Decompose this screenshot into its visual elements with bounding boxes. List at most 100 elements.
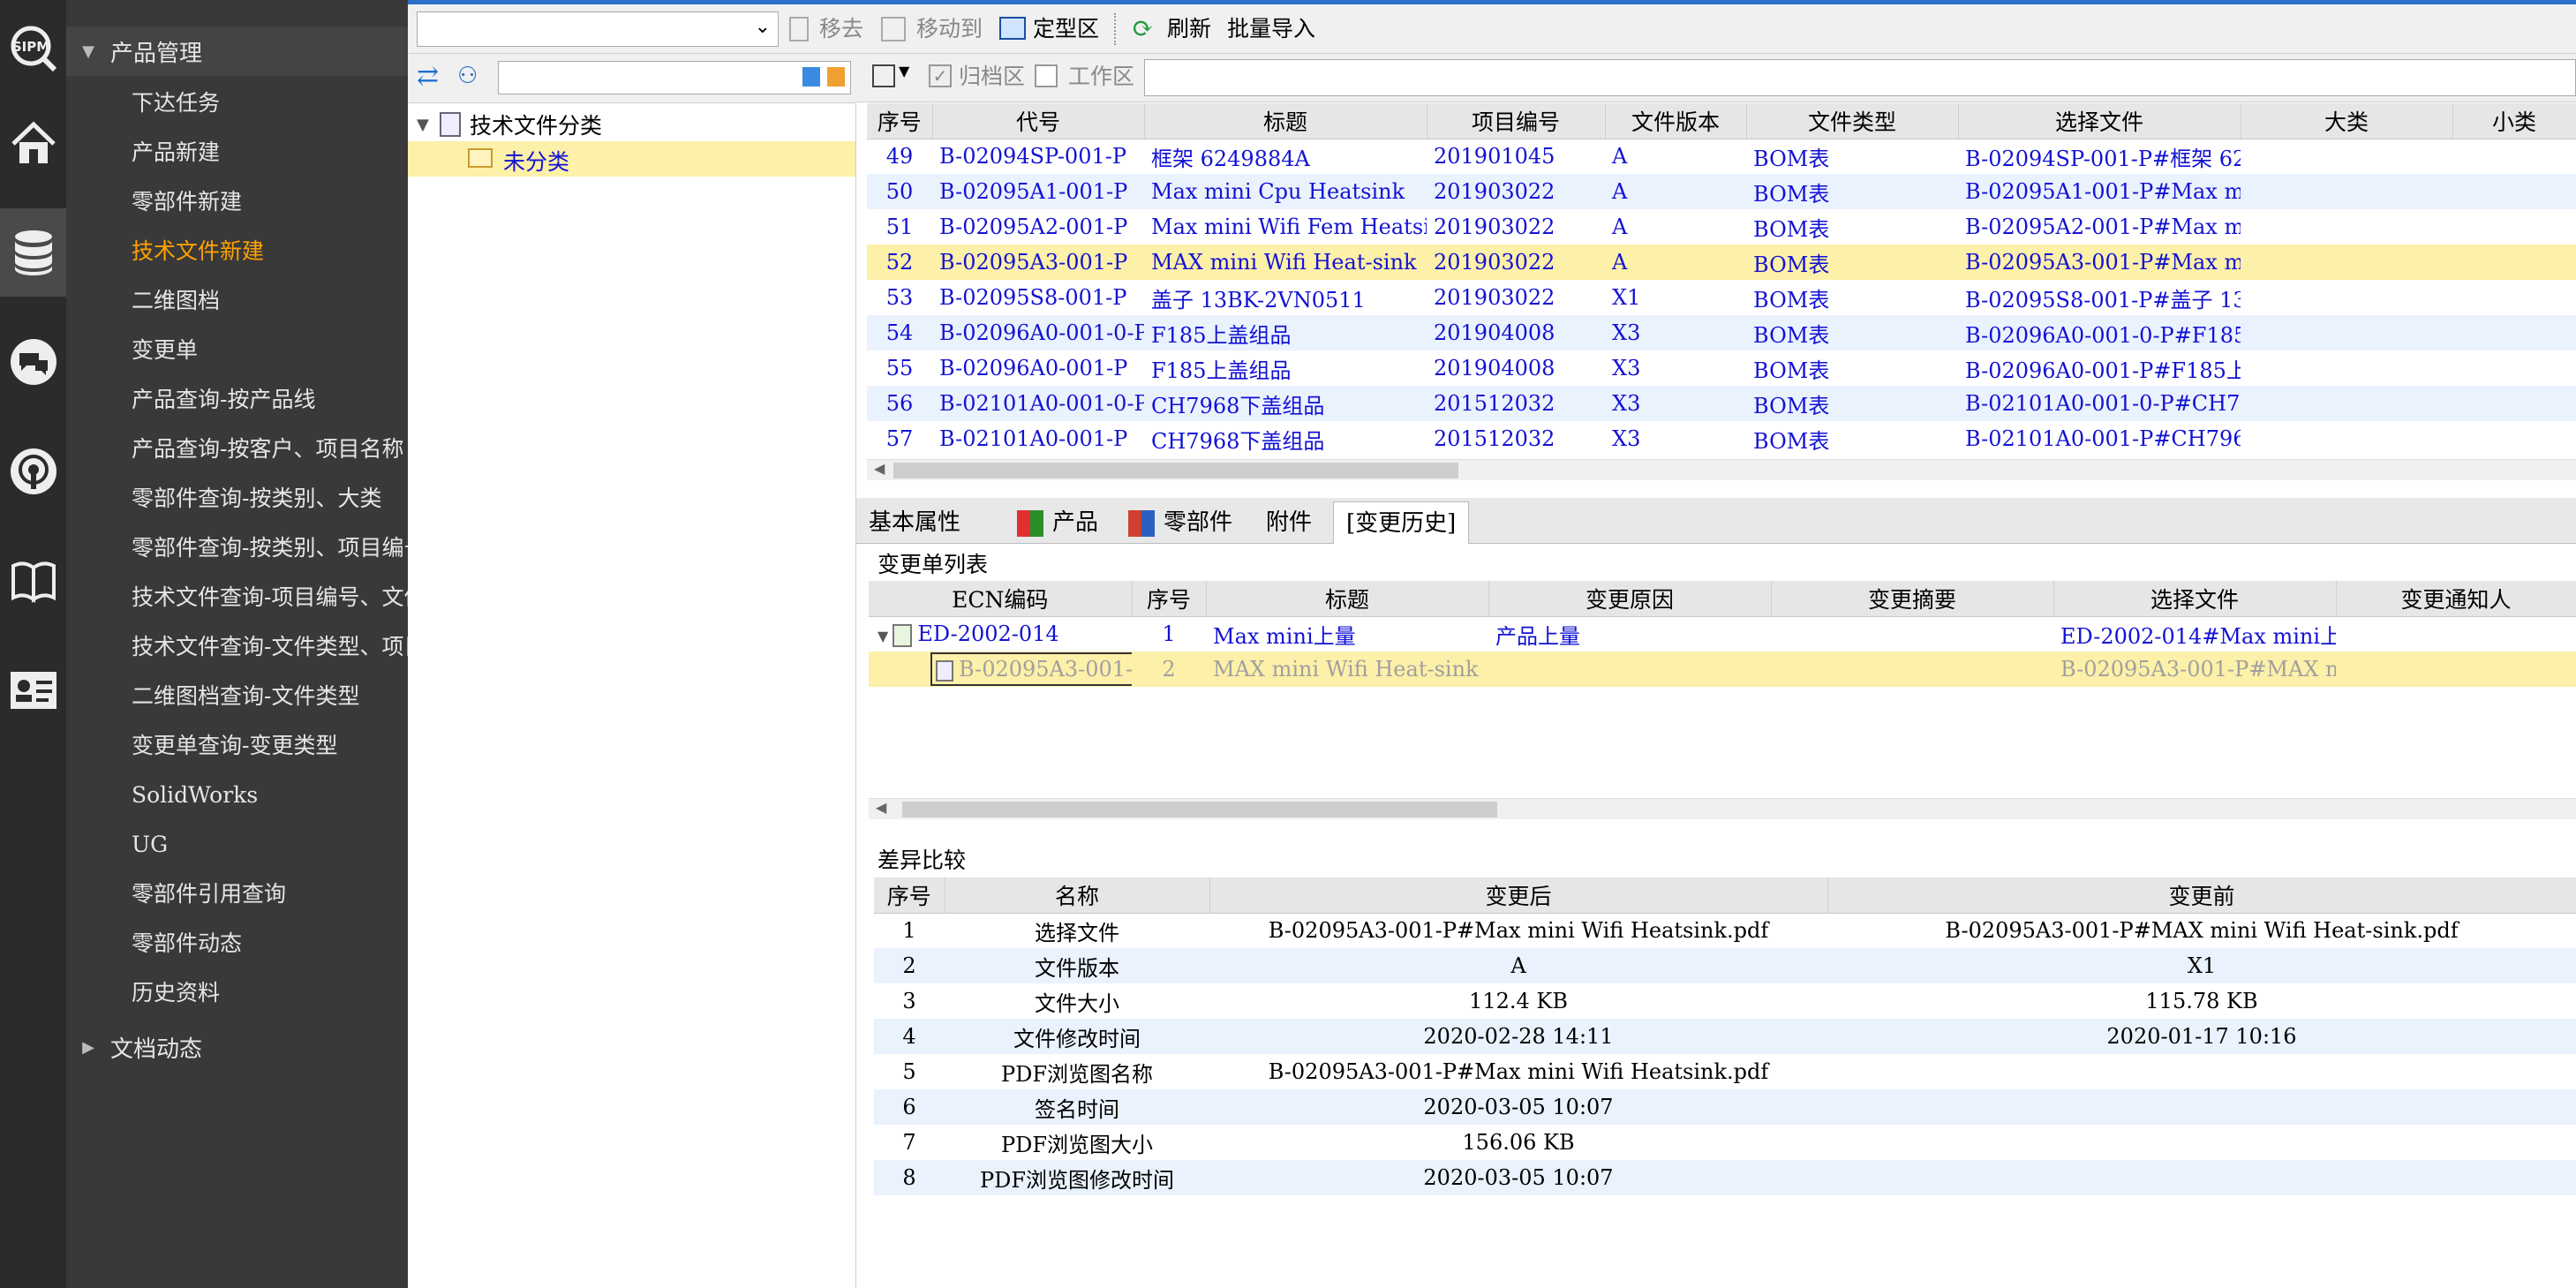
sync-icon[interactable]: ⇄ bbox=[417, 61, 439, 92]
scroll-thumb[interactable] bbox=[902, 802, 1497, 817]
tree-node-selected[interactable]: 未分类 bbox=[408, 141, 855, 177]
chevron-down-icon[interactable]: ▼ bbox=[899, 63, 909, 79]
table-row[interactable]: 3 文件大小 112.4 KB 115.78 KB bbox=[874, 983, 2576, 1019]
nav-item[interactable]: 零部件引用查询 bbox=[132, 870, 408, 919]
table-row-selected[interactable]: 52 B-02095A3-001-P MAX mini Wifi Heat-sink… bbox=[867, 245, 2576, 280]
refresh-button[interactable]: 刷新 bbox=[1167, 13, 1211, 45]
col-header[interactable]: 文件类型 bbox=[1746, 103, 1959, 139]
hierarchy-icon[interactable]: ⚇ bbox=[457, 63, 478, 89]
col-header[interactable]: 项目编号 bbox=[1427, 103, 1606, 139]
nav-item[interactable]: 产品查询-按客户、项目名称 bbox=[132, 425, 408, 474]
col-header[interactable]: 序号 bbox=[867, 103, 933, 139]
table-row[interactable]: 56 B-02101A0-001-0-P CH7968下盖组品 201512032 X3… bbox=[867, 386, 2576, 421]
nav-item[interactable]: 下达任务 bbox=[132, 79, 408, 128]
col-header[interactable]: 大类 bbox=[2241, 103, 2453, 139]
nav-item[interactable]: 技术文件查询-项目编号、文件类型 bbox=[132, 573, 408, 622]
table-row[interactable]: 55 B-02096A0-001-P F185上盖组品 201904008 X3 BOM表… bbox=[867, 350, 2576, 386]
nav-group-product[interactable]: ▼ 产品管理 bbox=[66, 26, 408, 76]
nav-item-selected[interactable]: 技术文件新建 bbox=[132, 227, 408, 276]
archive-checkbox[interactable]: ✓ bbox=[929, 64, 952, 87]
nav-item[interactable]: 零部件查询-按类别、项目编号 bbox=[132, 523, 408, 573]
home-icon[interactable] bbox=[0, 99, 66, 187]
nav-item[interactable]: UG bbox=[132, 820, 408, 870]
table-row[interactable]: 8 PDF浏览图修改时间 2020-03-05 10:07 bbox=[874, 1160, 2576, 1195]
table-row[interactable]: 51 B-02095A2-001-P Max mini Wifi Fem Heats… bbox=[867, 209, 2576, 245]
table-row[interactable]: 7 PDF浏览图大小 156.06 KB bbox=[874, 1125, 2576, 1160]
list-view-icon[interactable] bbox=[872, 64, 895, 87]
ecn-cell[interactable]: B-02095A3-001-P bbox=[869, 652, 1132, 687]
nav-item[interactable]: 技术文件查询-文件类型、项目编号 bbox=[132, 622, 408, 672]
nav-item[interactable]: 二维图档 bbox=[132, 276, 408, 326]
nav-item[interactable]: 零部件查询-按类别、大类 bbox=[132, 474, 408, 523]
nav-item[interactable]: 产品查询-按产品线 bbox=[132, 375, 408, 425]
col-header[interactable]: 变更后 bbox=[1209, 877, 1828, 914]
ecn-cell[interactable]: ▼ ED-2002-014 bbox=[869, 616, 1132, 652]
table-row[interactable]: 57 B-02101A0-001-P CH7968下盖组品 201512032 X3 BO… bbox=[867, 421, 2576, 456]
nav-item[interactable]: 变更单查询-变更类型 bbox=[132, 721, 408, 771]
database-icon[interactable] bbox=[0, 208, 66, 297]
col-header[interactable]: ECN编码 bbox=[869, 581, 1133, 617]
move-up-icon[interactable] bbox=[827, 67, 845, 87]
table-row[interactable]: 4 文件修改时间 2020-02-28 14:11 2020-01-17 10:16 bbox=[874, 1019, 2576, 1054]
batch-import-button[interactable]: 批量导入 bbox=[1227, 13, 1315, 45]
scroll-left-icon[interactable]: ◀ bbox=[874, 460, 885, 477]
col-header[interactable]: 名称 bbox=[945, 877, 1210, 914]
cell bbox=[1771, 652, 2053, 687]
move-down-icon[interactable] bbox=[802, 67, 820, 87]
table-row[interactable]: 49 B-02094SP-001-P 框架 6249884A 201901045 A BO… bbox=[867, 139, 2576, 174]
table-row[interactable]: 5 PDF浏览图名称 B-02095A3-001-P#Max mini Wifi H… bbox=[874, 1054, 2576, 1089]
sipm-logo-icon[interactable]: SIPM bbox=[0, 4, 66, 93]
tab-product[interactable]: 产品 bbox=[1040, 501, 1111, 544]
tab-change-history[interactable]: [变更历史] bbox=[1333, 501, 1470, 544]
col-header[interactable]: 选择文件 bbox=[2053, 581, 2337, 617]
col-header[interactable]: 标题 bbox=[1206, 581, 1489, 617]
col-header[interactable]: 变更摘要 bbox=[1771, 581, 2054, 617]
cell: 201512032 bbox=[1434, 426, 1555, 451]
nav-item[interactable]: 变更单 bbox=[132, 326, 408, 375]
table-row[interactable]: 53 B-02095S8-001-P 盖子 13BK-2VN0511 20190302… bbox=[867, 280, 2576, 315]
signal-icon[interactable] bbox=[0, 427, 66, 516]
main-hscrollbar[interactable]: ◀ bbox=[867, 459, 2576, 480]
col-header[interactable]: 小类 bbox=[2452, 103, 2576, 139]
col-header[interactable]: 变更前 bbox=[1827, 877, 2576, 914]
category-combo[interactable]: ⌄ bbox=[417, 11, 779, 47]
tree-search-input[interactable] bbox=[498, 61, 851, 94]
table-row[interactable]: 54 B-02096A0-001-0-P F185上盖组品 201904008 X3 BO… bbox=[867, 315, 2576, 350]
chat-icon[interactable] bbox=[0, 318, 66, 406]
col-header[interactable]: 变更原因 bbox=[1488, 581, 1772, 617]
scroll-left-icon[interactable]: ◀ bbox=[876, 799, 886, 816]
nav-item[interactable]: 零部件动态 bbox=[132, 919, 408, 968]
col-header[interactable]: 文件版本 bbox=[1605, 103, 1747, 139]
table-row[interactable]: ▼ ED-2002-014 1 Max mini上量 产品上量 ED-2002-… bbox=[869, 616, 2576, 652]
col-header[interactable]: 变更通知人 bbox=[2336, 581, 2576, 617]
work-checkbox[interactable] bbox=[1035, 64, 1058, 87]
fixed-area-button[interactable]: 定型区 bbox=[1033, 13, 1099, 45]
tree-root[interactable]: ▼ 技术文件分类 bbox=[417, 108, 602, 141]
table-row[interactable]: 2 文件版本 A X1 bbox=[874, 948, 2576, 983]
tab-part[interactable]: 零部件 bbox=[1151, 501, 1245, 544]
tab-basic[interactable]: 基本属性 bbox=[856, 501, 973, 544]
nav-item[interactable]: 产品新建 bbox=[132, 128, 408, 177]
table-row-selected[interactable]: B-02095A3-001-P 2 MAX mini Wifi Heat-sin… bbox=[869, 652, 2576, 687]
col-header[interactable]: 标题 bbox=[1144, 103, 1427, 139]
table-row[interactable]: 1 选择文件 B-02095A3-001-P#Max mini Wifi Heats… bbox=[874, 913, 2576, 948]
col-header[interactable]: 序号 bbox=[1132, 581, 1207, 617]
move-to-button[interactable]: 移动到 bbox=[916, 13, 983, 45]
table-row[interactable]: 6 签名时间 2020-03-05 10:07 bbox=[874, 1089, 2576, 1125]
nav-item[interactable]: 历史资料 bbox=[132, 968, 408, 1018]
scroll-thumb[interactable] bbox=[893, 463, 1458, 478]
tab-attachment[interactable]: 附件 bbox=[1254, 501, 1324, 544]
nav-item[interactable]: 二维图档查询-文件类型 bbox=[132, 672, 408, 721]
col-header[interactable]: 选择文件 bbox=[1958, 103, 2241, 139]
table-row[interactable]: 50 B-02095A1-001-P Max mini Cpu Heatsink 20… bbox=[867, 174, 2576, 209]
filter-input[interactable] bbox=[1144, 59, 2576, 96]
col-header[interactable]: 代号 bbox=[932, 103, 1145, 139]
nav-item[interactable]: SolidWorks bbox=[132, 771, 408, 820]
nav-group-docs[interactable]: ▶ 文档动态 bbox=[66, 1022, 408, 1072]
id-card-icon[interactable] bbox=[0, 646, 66, 734]
book-icon[interactable] bbox=[0, 537, 66, 625]
col-header[interactable]: 序号 bbox=[874, 877, 945, 914]
nav-item[interactable]: 零部件新建 bbox=[132, 177, 408, 227]
move-out-button[interactable]: 移去 bbox=[819, 13, 863, 45]
change-hscrollbar[interactable]: ◀ bbox=[869, 798, 2576, 819]
